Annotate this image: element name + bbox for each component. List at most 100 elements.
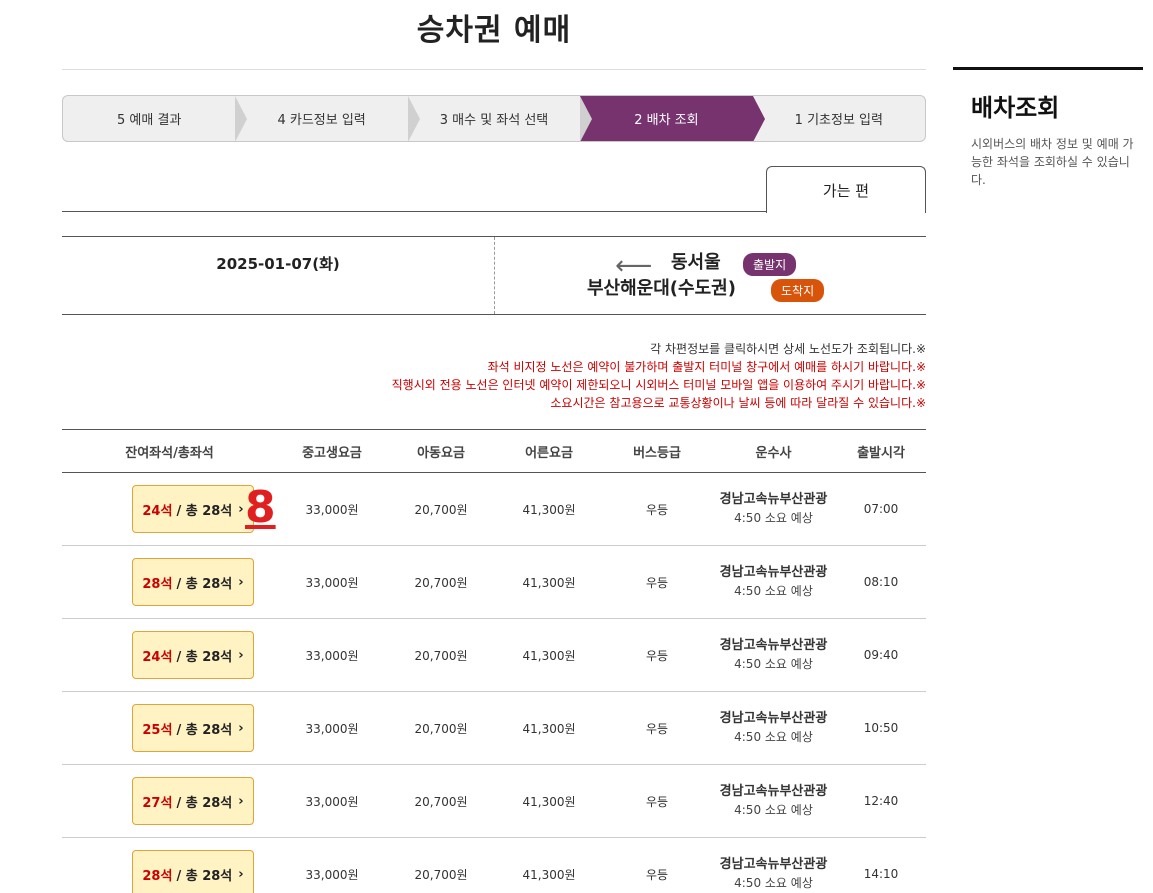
adult-fare: 41,300원	[522, 721, 576, 736]
chevron-right-icon: ›	[238, 501, 244, 517]
notice-mark: ※	[915, 342, 926, 356]
header-child-fare: 아동요금	[417, 445, 465, 461]
seat-select-button[interactable]: 28석 / 총 28석 ›	[132, 558, 254, 606]
company-cell: 경남고속뉴부산관광 4:50 소요 예상	[711, 783, 836, 819]
company-name: 경남고속뉴부산관광	[719, 857, 828, 872]
seat-cell: 25석 / 총 28석 ›	[62, 704, 277, 752]
seat-cell: 24석 / 총 28석 ›	[62, 631, 277, 679]
notice-mark: ※	[915, 360, 926, 374]
route-date: 2025-01-07(화)	[62, 237, 494, 314]
seats-left: 27석	[142, 795, 173, 811]
header-bus-grade: 버스등급	[633, 445, 681, 461]
notice-item: 직행시외 전용 노선은 인터넷 예약이 제한되오니 시외버스 터미널 모바일 앱…	[62, 376, 926, 394]
company-name: 경남고속뉴부산관광	[719, 565, 828, 580]
travel-duration: 4:50 소요 예상	[734, 657, 813, 671]
notice-text: 각 차편정보를 클릭하시면 상세 노선도가 조회됩니다.	[650, 342, 916, 356]
adult-fare: 41,300원	[522, 502, 576, 517]
schedule-table-body: 24석 / 총 28석 › 33,000원 20,700원 41,300원 우등…	[62, 473, 926, 893]
bus-grade: 우등	[645, 648, 669, 663]
step-label: 1 기초정보 입력	[794, 113, 883, 128]
header-company: 운수사	[755, 445, 792, 461]
notice-text: 직행시외 전용 노선은 인터넷 예약이 제한되오니 시외버스 터미널 모바일 앱…	[391, 378, 916, 392]
header-departure-time: 출발시각	[857, 445, 905, 461]
child-fare: 20,700원	[414, 502, 468, 517]
company-name: 경남고속뉴부산관광	[719, 784, 828, 799]
departure-date: 2025-01-07(화)	[216, 255, 340, 273]
step-indicator: 5 예매 결과 4 카드정보 입력 3 매수 및 좌석 선택 2 배차 조회 1…	[62, 95, 926, 142]
student-fare: 33,000원	[305, 721, 359, 736]
notice-mark: ※	[915, 378, 926, 392]
seat-select-button[interactable]: 27석 / 총 28석 ›	[132, 777, 254, 825]
arrival-badge: 도착지	[771, 279, 825, 302]
seats-left: 25석	[142, 722, 173, 738]
chevron-right-icon: ›	[238, 720, 244, 736]
seat-select-button[interactable]: 24석 / 총 28석 ›	[132, 485, 254, 533]
departure-badge: 출발지	[743, 253, 797, 276]
bus-grade: 우등	[645, 575, 669, 590]
bus-grade: 우등	[645, 721, 669, 736]
tab-outbound[interactable]: 가는 편	[766, 166, 926, 213]
chevron-right-icon: ›	[238, 574, 244, 590]
bus-grade: 우등	[645, 502, 669, 517]
departure-time: 07:00	[863, 502, 899, 516]
seats-total: / 총 28석	[176, 795, 233, 811]
step-label: 3 매수 및 좌석 선택	[439, 113, 549, 128]
seats-left: 24석	[142, 649, 173, 665]
company-cell: 경남고속뉴부산관광 4:50 소요 예상	[711, 491, 836, 527]
seat-select-button[interactable]: 25석 / 총 28석 ›	[132, 704, 254, 752]
departure-time: 12:40	[863, 794, 899, 808]
side-info: 배차조회 시외버스의 배차 정보 및 예매 가능한 좌석을 조회하실 수 있습니…	[953, 67, 1143, 189]
company-cell: 경남고속뉴부산관광 4:50 소요 예상	[711, 856, 836, 892]
departure-time: 08:10	[863, 575, 899, 589]
student-fare: 33,000원	[305, 502, 359, 517]
page: 승차권 예매 배차조회 시외버스의 배차 정보 및 예매 가능한 좌석을 조회하…	[0, 0, 1153, 893]
seats-left: 28석	[142, 576, 173, 592]
travel-duration: 4:50 소요 예상	[734, 803, 813, 817]
student-fare: 33,000원	[305, 794, 359, 809]
table-row[interactable]: 24석 / 총 28석 › 33,000원 20,700원 41,300원 우등…	[62, 473, 926, 546]
adult-fare: 41,300원	[522, 794, 576, 809]
notice-text: 좌석 비지정 노선은 예약이 불가하며 출발지 터미널 창구에서 예매를 하시기…	[487, 360, 916, 374]
seats-total: / 총 28석	[176, 503, 233, 519]
notice-item: 각 차편정보를 클릭하시면 상세 노선도가 조회됩니다.※	[62, 340, 926, 358]
notice-item: 소요시간은 참고용으로 교통상황이나 날씨 등에 따라 달라질 수 있습니다.※	[62, 394, 926, 412]
chevron-right-icon: ›	[238, 793, 244, 809]
page-title: 승차권 예매	[62, 0, 926, 70]
seats-left: 24석	[142, 503, 173, 519]
seats-total: / 총 28석	[176, 576, 233, 592]
company-name: 경남고속뉴부산관광	[719, 638, 828, 653]
chevron-right-icon	[752, 96, 765, 141]
step-schedule-lookup: 2 배차 조회	[580, 96, 765, 141]
table-row[interactable]: 28석 / 총 28석 › 33,000원 20,700원 41,300원 우등…	[62, 546, 926, 619]
company-cell: 경남고속뉴부산관광 4:50 소요 예상	[711, 637, 836, 673]
seat-cell: 28석 / 총 28석 ›	[62, 558, 277, 606]
chevron-right-icon	[580, 96, 593, 141]
schedule-table-header: 잔여좌석/총좌석 중고생요금 아동요금 어른요금 버스등급 운수사 출발시각	[62, 429, 926, 473]
header-student-fare: 중고생요금	[302, 445, 362, 461]
table-row[interactable]: 24석 / 총 28석 › 33,000원 20,700원 41,300원 우등…	[62, 619, 926, 692]
child-fare: 20,700원	[414, 721, 468, 736]
chevron-right-icon: ›	[238, 647, 244, 663]
table-row[interactable]: 27석 / 총 28석 › 33,000원 20,700원 41,300원 우등…	[62, 765, 926, 838]
student-fare: 33,000원	[305, 575, 359, 590]
child-fare: 20,700원	[414, 648, 468, 663]
departure-time: 10:50	[863, 721, 899, 735]
annotation-number: 8	[245, 482, 276, 533]
adult-fare: 41,300원	[522, 648, 576, 663]
departure-place: 동서울	[671, 252, 721, 273]
step-label: 4 카드정보 입력	[277, 113, 366, 128]
company-name: 경남고속뉴부산관광	[719, 492, 828, 507]
seat-cell: 27석 / 총 28석 ›	[62, 777, 277, 825]
seat-select-button[interactable]: 28석 / 총 28석 ›	[132, 850, 254, 893]
side-title: 배차조회	[971, 94, 1060, 122]
table-row[interactable]: 28석 / 총 28석 › 33,000원 20,700원 41,300원 우등…	[62, 838, 926, 893]
travel-duration: 4:50 소요 예상	[734, 511, 813, 525]
chevron-right-icon	[235, 96, 248, 141]
notice-mark: ※	[915, 396, 926, 410]
seats-total: / 총 28석	[176, 868, 233, 884]
company-cell: 경남고속뉴부산관광 4:50 소요 예상	[711, 710, 836, 746]
seat-select-button[interactable]: 24석 / 총 28석 ›	[132, 631, 254, 679]
header-adult-fare: 어른요금	[525, 445, 573, 461]
table-row[interactable]: 25석 / 총 28석 › 33,000원 20,700원 41,300원 우등…	[62, 692, 926, 765]
student-fare: 33,000원	[305, 648, 359, 663]
